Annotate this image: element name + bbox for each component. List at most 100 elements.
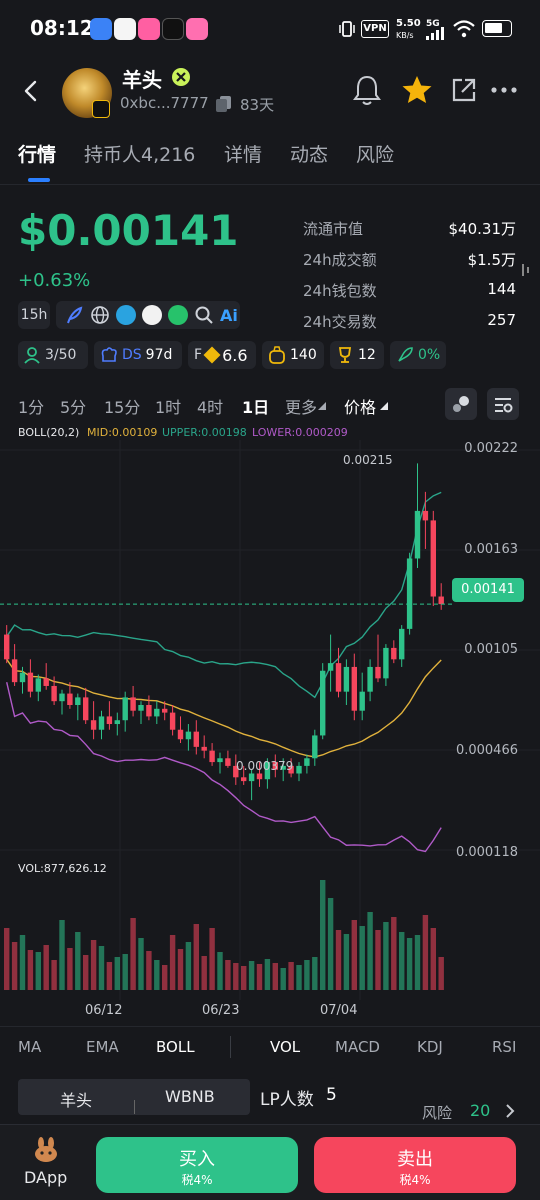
dev-chip[interactable]: DS 97d [94, 341, 182, 369]
rocket-chip[interactable]: 0% [390, 341, 446, 369]
volume-bar-23 [185, 942, 192, 990]
f-label: F [194, 347, 203, 363]
volume-bar-29 [233, 963, 239, 990]
pancake-icon[interactable] [32, 1136, 60, 1164]
volume-bar-44 [351, 920, 357, 990]
candle-body-16 [130, 697, 136, 711]
bag-chip[interactable]: 140 [262, 341, 324, 369]
volume-bar-22 [177, 949, 184, 990]
sell-label: 卖出 [397, 1149, 433, 1170]
volume-bar-47 [375, 930, 381, 990]
stat-value-volume: $1.5万 [467, 251, 516, 269]
indicator-macd[interactable]: MACD [335, 1038, 380, 1056]
indicator-kdj[interactable]: KDJ [417, 1038, 443, 1056]
pair-quote[interactable]: WBNB [165, 1087, 215, 1106]
volume-bar-1 [11, 942, 18, 990]
more-icon[interactable] [490, 86, 518, 94]
qq-link-icon[interactable] [142, 305, 162, 325]
stat-value-trades: 257 [487, 311, 516, 329]
indicator-ema[interactable]: EMA [86, 1038, 119, 1056]
stats-scroll-icon [522, 264, 529, 276]
candlestick-chart[interactable] [0, 440, 540, 1030]
telegram-icon[interactable] [116, 305, 136, 325]
candle-body-51 [406, 558, 413, 629]
volume-bar-50 [399, 932, 405, 990]
buy-label: 买入 [179, 1149, 215, 1170]
volume-bar-26 [209, 928, 215, 990]
sell-button[interactable]: 卖出 税4% [314, 1137, 516, 1193]
bell-icon[interactable] [352, 74, 382, 106]
candle-body-21 [169, 712, 176, 730]
f-score-chip[interactable]: F 6.6 [188, 341, 256, 369]
holders-chip[interactable]: 3/50 [18, 341, 88, 369]
trophy-icon [338, 347, 352, 363]
indicator-boll[interactable]: BOLL [156, 1038, 195, 1056]
pair-token[interactable]: 羊头 [60, 1087, 92, 1111]
chart-style-button[interactable] [445, 388, 477, 420]
buy-button[interactable]: 买入 税4% [96, 1137, 298, 1193]
tab-details[interactable]: 详情 [224, 140, 262, 167]
interval-1m[interactable]: 1分 [18, 394, 44, 418]
vibrate-icon [339, 21, 355, 37]
tab-activity[interactable]: 动态 [290, 140, 328, 167]
pair-divider [134, 1100, 135, 1114]
volume-bar-51 [406, 938, 413, 990]
sliders-icon [495, 398, 513, 413]
battery-icon [482, 20, 512, 37]
candle-body-49 [391, 647, 397, 660]
interval-5m[interactable]: 5分 [60, 394, 86, 418]
price-change: +0.63% [18, 270, 91, 291]
price-mode[interactable]: 价格 [344, 394, 376, 418]
interval-1h[interactable]: 1时 [155, 394, 181, 418]
volume-bar-10 [83, 955, 89, 990]
tab-holders[interactable]: 持币人4,216 [84, 140, 195, 167]
indicator-ma[interactable]: MA [18, 1038, 41, 1056]
interval-more[interactable]: 更多 [285, 394, 317, 418]
interval-15m[interactable]: 15分 [104, 394, 140, 418]
tab-market[interactable]: 行情 [18, 140, 56, 167]
trophy-chip[interactable]: 12 [330, 341, 384, 369]
volume-bar-41 [327, 898, 334, 990]
indicator-vol[interactable]: VOL [270, 1038, 300, 1056]
candle-body-3 [27, 672, 34, 692]
candle-body-48 [383, 647, 389, 679]
search-icon[interactable] [194, 305, 214, 325]
candle-body-25 [201, 746, 207, 751]
indicator-rsi[interactable]: RSI [492, 1038, 516, 1056]
app-icon-5 [186, 18, 208, 40]
candle-body-43 [343, 666, 350, 692]
volume-bar-11 [90, 940, 97, 990]
volume-bar-0 [4, 928, 10, 990]
volume-bar-54 [430, 928, 436, 990]
tab-risk[interactable]: 风险 [356, 140, 394, 167]
price-caret-icon [380, 402, 388, 410]
volume-bar-38 [304, 960, 310, 990]
volume-bar-36 [288, 962, 294, 990]
y-tick-1: 0.00163 [464, 542, 518, 557]
chart-settings-button[interactable] [487, 388, 519, 420]
dots-icon [453, 396, 469, 412]
money-bag-icon [269, 346, 285, 364]
back-icon[interactable] [18, 78, 44, 104]
interval-4h[interactable]: 4时 [197, 394, 223, 418]
copy-icon[interactable] [215, 95, 233, 113]
volume-bar-40 [320, 880, 326, 990]
user-icon [24, 347, 40, 364]
star-icon[interactable] [401, 74, 433, 106]
wechat-icon[interactable] [168, 305, 188, 325]
share-icon[interactable] [450, 76, 478, 104]
volume-bar-49 [391, 917, 397, 990]
volume-bar-37 [296, 965, 302, 990]
volume-bar-21 [169, 935, 176, 990]
token-name: 羊头 [122, 68, 162, 92]
dapp-label[interactable]: DApp [24, 1168, 67, 1187]
chevron-right-icon[interactable] [504, 1103, 516, 1119]
sell-tax: 税4% [399, 1173, 431, 1187]
globe-icon[interactable] [90, 305, 110, 325]
feather-icon[interactable] [64, 305, 84, 325]
volume-bar-48 [383, 922, 389, 990]
candle-body-17 [138, 704, 144, 711]
boll-upper: UPPER:0.00198 [162, 426, 247, 439]
interval-1d[interactable]: 1日 [242, 394, 269, 418]
ai-icon[interactable]: Ai [220, 306, 238, 325]
